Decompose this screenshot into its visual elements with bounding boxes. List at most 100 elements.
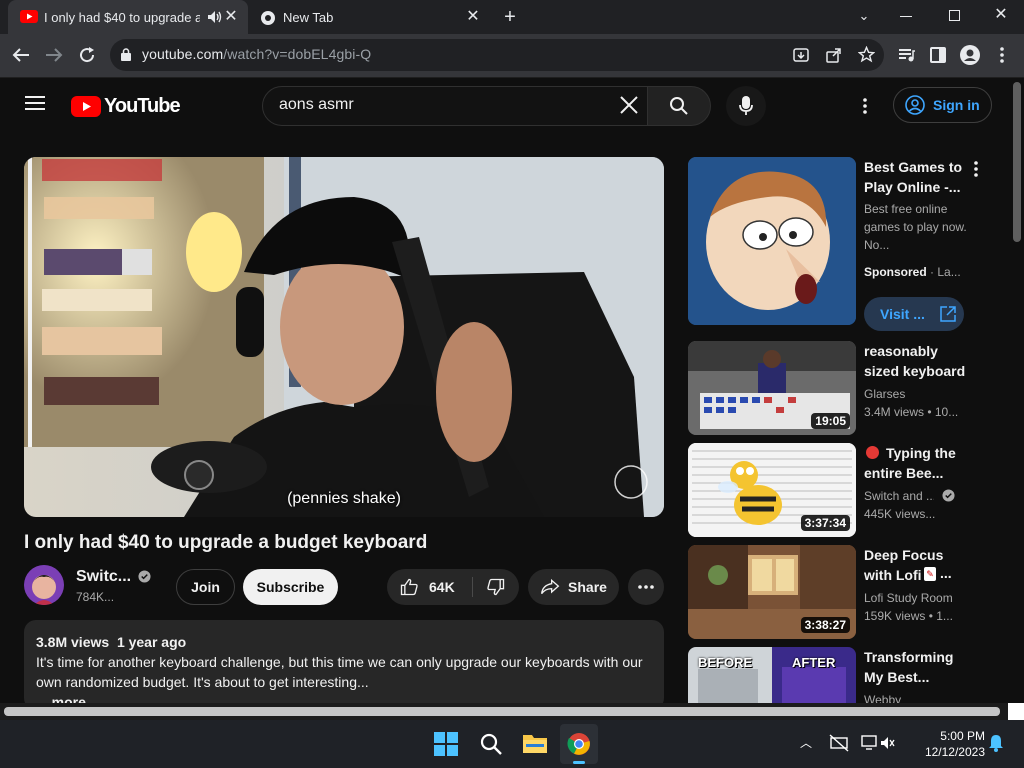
vertical-scrollbar[interactable] <box>1010 78 1024 703</box>
related-video-channel[interactable]: Glarses <box>864 385 974 403</box>
sign-in-button[interactable]: Sign in <box>893 87 992 123</box>
notification-bell-icon[interactable] <box>988 734 1004 754</box>
window-minimize-icon[interactable] <box>900 16 912 17</box>
related-video-meta: 159K views • 1... <box>864 609 953 623</box>
subscribe-button[interactable]: Subscribe <box>243 569 338 605</box>
windows-start-icon[interactable] <box>434 732 458 756</box>
new-tab-plus-icon[interactable]: + <box>500 6 520 28</box>
reload-icon[interactable] <box>73 41 101 69</box>
url-text[interactable]: youtube.com/watch?v=dobEL4gbi-Q <box>142 46 371 62</box>
search-input[interactable]: aons asmr <box>279 96 354 114</box>
ad-title[interactable]: Best Games to Play Online -... <box>864 157 974 197</box>
memo-emoji-icon: ✎ <box>924 567 936 581</box>
taskbar-clock[interactable]: 5:00 PM 12/12/2023 <box>915 728 985 760</box>
dislike-button[interactable] <box>473 569 519 605</box>
clear-search-icon[interactable] <box>619 95 641 117</box>
system-tray-chevron-icon[interactable]: ︿ <box>799 736 813 750</box>
more-horizontal-icon <box>638 585 654 589</box>
ad-description: Best free online games to play now. No..… <box>864 202 967 252</box>
audio-playing-icon[interactable] <box>208 11 222 23</box>
like-count: 64K <box>429 579 455 595</box>
youtube-masthead: YouTube aons asmr Sign in <box>0 78 1024 134</box>
clock-time: 5:00 PM <box>940 729 985 743</box>
address-bar[interactable]: youtube.com/watch?v=dobEL4gbi-Q <box>110 39 884 71</box>
related-video-channel[interactable]: Switch and ... <box>864 487 934 505</box>
account-circle-icon <box>905 95 925 115</box>
profile-avatar-icon[interactable] <box>956 41 984 69</box>
related-video-title[interactable]: Typing the entire Bee... <box>864 443 974 483</box>
browser-menu-icon[interactable] <box>988 41 1016 69</box>
file-explorer-icon[interactable] <box>522 732 548 756</box>
share-page-icon[interactable] <box>826 47 842 63</box>
description-text: It's time for another keyboard challenge… <box>36 654 643 690</box>
upload-age: 1 year ago <box>116 634 187 650</box>
related-video-channel[interactable]: Webby <box>864 691 974 703</box>
search-button[interactable] <box>647 86 711 126</box>
more-actions-button[interactable] <box>628 569 664 605</box>
voice-search-button[interactable] <box>726 86 766 126</box>
chrome-favicon-icon <box>261 11 275 25</box>
tab-new-tab[interactable]: New Tab ✕ <box>250 0 490 34</box>
horizontal-scroll-thumb[interactable] <box>4 707 1000 716</box>
join-button[interactable]: Join <box>176 569 235 605</box>
sign-in-label: Sign in <box>933 97 980 113</box>
side-panel-icon[interactable] <box>924 41 952 69</box>
video-thumbnail[interactable]: 19:05 <box>688 341 856 435</box>
url-path: /watch?v=dobEL4gbi-Q <box>223 46 372 62</box>
related-video-meta: 3.4M views • 10... <box>864 405 959 419</box>
video-caption: (pennies shake) <box>287 490 401 507</box>
vertical-scroll-thumb[interactable] <box>1013 82 1021 242</box>
tab-youtube-video[interactable]: I only had $40 to upgrade a budget keybo… <box>8 0 248 34</box>
channel-avatar[interactable] <box>24 565 64 605</box>
youtube-logo[interactable]: YouTube <box>71 93 181 119</box>
ad-sponsor-line: Sponsored · La... <box>864 265 961 279</box>
scrollbar-corner <box>1008 703 1024 720</box>
tray-network-volume-icons[interactable] <box>861 734 895 754</box>
view-count: 3.8M views <box>36 634 110 650</box>
chrome-taskbar-button[interactable] <box>560 724 598 764</box>
youtube-wordmark: YouTube <box>104 94 181 117</box>
video-thumbnail[interactable]: BEFORE AFTER <box>688 647 856 703</box>
tab-title: New Tab <box>283 10 334 25</box>
microphone-icon <box>739 96 753 115</box>
tab-close-icon[interactable]: ✕ <box>464 8 482 26</box>
tab-search-chevron-icon[interactable]: ⌄ <box>854 6 874 26</box>
channel-avatar-image <box>24 565 64 605</box>
ad-visit-button[interactable]: Visit ... <box>864 297 964 331</box>
window-restore-icon[interactable] <box>949 10 960 21</box>
subscriber-count: 784K... <box>76 590 115 604</box>
ad-thumbnail[interactable] <box>688 157 856 325</box>
monitor-volume-icon <box>861 735 895 750</box>
related-video-title[interactable]: Transforming My Best... <box>864 647 974 687</box>
hamburger-menu-icon[interactable] <box>24 94 48 118</box>
search-box[interactable]: aons asmr <box>262 86 648 126</box>
related-video-meta: 445K views... <box>864 507 936 521</box>
video-thumbnail[interactable]: 3:37:34 <box>688 443 856 537</box>
horizontal-scrollbar[interactable] <box>0 703 1024 720</box>
window-close-icon[interactable]: ✕ <box>992 5 1010 25</box>
ad-more-options-icon[interactable] <box>974 161 978 177</box>
back-arrow-icon[interactable] <box>7 41 35 69</box>
install-app-icon[interactable] <box>793 47 809 63</box>
media-controls-icon[interactable] <box>893 41 921 69</box>
related-video-channel[interactable]: Lofi Study Room <box>864 589 974 607</box>
channel-name[interactable]: Switc... <box>76 568 131 586</box>
forward-arrow-icon[interactable] <box>40 41 68 69</box>
taskbar-search-icon[interactable] <box>479 732 503 756</box>
network-offline-icon[interactable] <box>829 734 849 754</box>
bookmark-star-icon[interactable] <box>858 46 875 63</box>
share-arrow-icon <box>541 578 560 595</box>
lock-icon[interactable] <box>121 48 131 61</box>
description-box[interactable]: 3.8M views 1 year ago It's time for anot… <box>24 620 664 710</box>
video-thumbnail[interactable]: 3:38:27 <box>688 545 856 639</box>
thumb-after-label: AFTER <box>792 655 836 670</box>
share-button[interactable]: Share <box>528 569 619 605</box>
youtube-favicon-icon <box>20 10 38 23</box>
related-video-title[interactable]: reasonably sized keyboard <box>864 341 974 381</box>
like-button[interactable]: 64K <box>387 569 472 605</box>
sponsored-label: Sponsored <box>864 265 927 279</box>
verified-badge-icon <box>942 489 955 502</box>
tab-close-icon[interactable]: ✕ <box>222 8 240 26</box>
settings-more-icon[interactable] <box>858 94 872 118</box>
video-player[interactable]: (pennies shake) <box>24 157 664 517</box>
